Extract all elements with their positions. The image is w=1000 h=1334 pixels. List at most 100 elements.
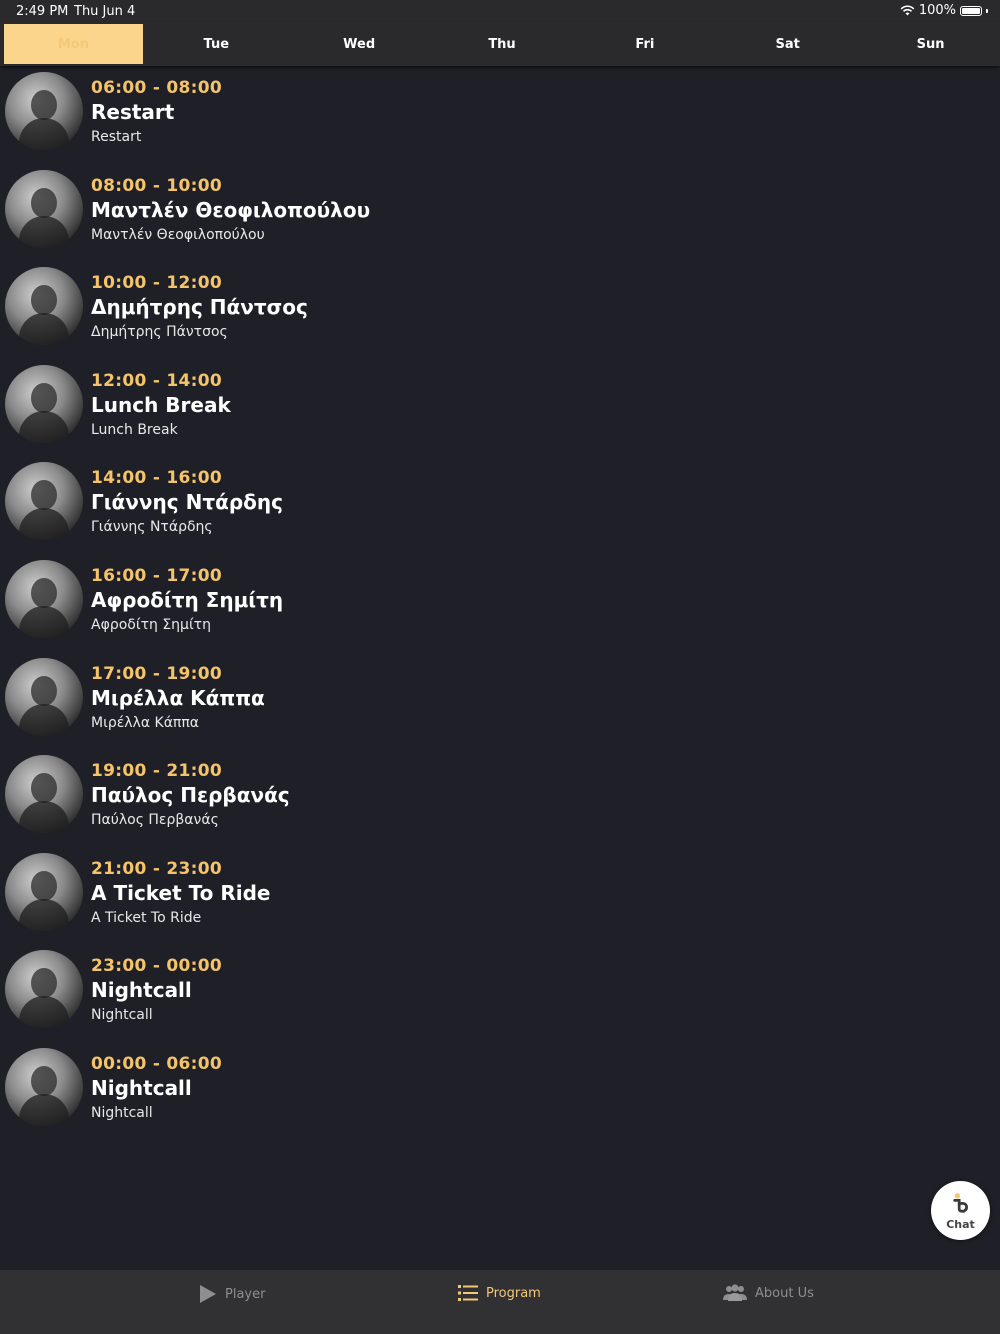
show-info: 00:00 - 06:00 Nightcall Nightcall: [91, 1054, 222, 1121]
show-info: 08:00 - 10:00 Μαντλέν Θεοφιλοπούλου Μαντλέ…: [91, 176, 370, 243]
show-time: 19:00 - 21:00: [91, 761, 223, 782]
show-subtitle: Αφροδίτη Σημίτη: [91, 616, 211, 633]
show-avatar: [5, 364, 83, 443]
status-right: 100%: [900, 3, 988, 18]
show-subtitle: A Ticket To Ride: [91, 909, 202, 926]
show-subtitle: Lunch Break: [91, 421, 178, 438]
show-title: Lunch Break: [91, 392, 231, 417]
tab-wed[interactable]: Wed: [290, 24, 429, 64]
program-row[interactable]: 19:00 - 21:00 Παύλος Περβανάς Παύλος Περβα…: [0, 753, 1000, 851]
show-avatar: [5, 950, 83, 1029]
nav-program-label: Program: [486, 1285, 541, 1301]
program-row[interactable]: 00:00 - 06:00 Nightcall Nightcall: [0, 1046, 1000, 1144]
show-subtitle: Nightcall: [91, 1007, 153, 1024]
battery-tip: [986, 8, 988, 13]
avatar-head-shape: [31, 968, 57, 999]
tab-tue[interactable]: Tue: [147, 24, 286, 64]
program-row[interactable]: 12:00 - 14:00 Lunch Break Lunch Break: [0, 363, 1000, 461]
show-avatar: [5, 72, 83, 150]
program-row[interactable]: 23:00 - 00:00 Nightcall Nightcall: [0, 948, 1000, 1046]
show-avatar: [5, 462, 83, 541]
tab-fri[interactable]: Fri: [575, 24, 714, 64]
nav-player[interactable]: Player: [199, 1284, 265, 1304]
avatar-body-shape: [19, 1093, 69, 1126]
day-tabs: Mon Tue Wed Thu Fri Sat Sun: [0, 22, 1000, 66]
show-avatar: [5, 852, 83, 931]
program-row[interactable]: 16:00 - 17:00 Αφροδίτη Σημίτη Αφροδίτη Σημ…: [0, 558, 1000, 656]
avatar-body-shape: [19, 118, 69, 150]
show-title: Δημήτρης Πάντσος: [91, 295, 308, 320]
show-subtitle: Γιάννης Ντάρδης: [91, 519, 213, 536]
avatar-head-shape: [31, 773, 57, 804]
avatar-head-shape: [31, 870, 57, 901]
show-info: 10:00 - 12:00 Δημήτρης Πάντσος Δημήτρης Πά…: [91, 273, 308, 340]
show-avatar: [5, 169, 83, 248]
show-info: 06:00 - 08:00 Restart Restart: [91, 78, 222, 145]
program-row[interactable]: 17:00 - 19:00 Μιρέλλα Κάππα Μιρέλλα Κάππα: [0, 656, 1000, 754]
show-title: Παύλος Περβανάς: [91, 783, 290, 808]
show-time: 17:00 - 19:00: [91, 663, 223, 684]
program-row[interactable]: 10:00 - 12:00 Δημήτρης Πάντσος Δημήτρης Πά…: [0, 265, 1000, 363]
show-time: 23:00 - 00:00: [91, 956, 223, 977]
avatar-head-shape: [31, 480, 57, 511]
avatar-head-shape: [31, 382, 57, 413]
avatar-head-shape: [31, 285, 57, 316]
show-avatar: [5, 657, 83, 736]
nav-about-us[interactable]: About Us: [723, 1284, 814, 1302]
show-subtitle: Nightcall: [91, 1104, 153, 1121]
avatar-head-shape: [31, 187, 57, 218]
show-info: 19:00 - 21:00 Παύλος Περβανάς Παύλος Περβα…: [91, 761, 290, 828]
show-subtitle: Restart: [91, 129, 142, 145]
tab-sun[interactable]: Sun: [861, 24, 1000, 64]
show-subtitle: Παύλος Περβανάς: [91, 812, 219, 829]
avatar-body-shape: [19, 410, 69, 443]
show-title: A Ticket To Ride: [91, 880, 271, 905]
show-time: 16:00 - 17:00: [91, 565, 223, 586]
program-row[interactable]: 21:00 - 23:00 A Ticket To Ride A Ticket To…: [0, 851, 1000, 949]
tab-thu[interactable]: Thu: [433, 24, 572, 64]
show-time: 14:00 - 16:00: [91, 468, 223, 489]
show-time: 06:00 - 08:00: [91, 78, 223, 98]
show-info: 21:00 - 23:00 A Ticket To Ride A Ticket To…: [91, 859, 270, 926]
chat-label: Chat: [946, 1217, 975, 1231]
show-subtitle: Μιρέλλα Κάππα: [91, 714, 200, 731]
avatar-body-shape: [19, 996, 69, 1029]
show-subtitle: Δημήτρης Πάντσος: [91, 324, 228, 341]
show-avatar: [5, 1047, 83, 1126]
nav-program[interactable]: Program: [458, 1284, 541, 1302]
tab-mon[interactable]: Mon: [4, 24, 143, 64]
show-title: Restart: [91, 100, 175, 124]
show-title: Nightcall: [91, 978, 192, 1003]
show-title: Γιάννης Ντάρδης: [91, 490, 283, 515]
chat-button[interactable]: Chat: [931, 1181, 990, 1240]
show-title: Μιρέλλα Κάππα: [91, 685, 265, 710]
avatar-body-shape: [19, 605, 69, 638]
show-time: 21:00 - 23:00: [91, 858, 223, 879]
nav-about-us-label: About Us: [755, 1285, 814, 1301]
play-icon: [200, 1285, 216, 1303]
list-icon: [458, 1285, 478, 1301]
tab-sat[interactable]: Sat: [718, 24, 857, 64]
program-row[interactable]: 14:00 - 16:00 Γιάννης Ντάρδης Γιάννης Ντάρ…: [0, 460, 1000, 558]
show-title: Nightcall: [91, 1075, 192, 1100]
show-time: 10:00 - 12:00: [91, 273, 223, 294]
show-info: 16:00 - 17:00 Αφροδίτη Σημίτη Αφροδίτη Σημ…: [91, 566, 283, 633]
avatar-body-shape: [19, 801, 69, 834]
users-icon: [723, 1284, 747, 1301]
avatar-body-shape: [19, 703, 69, 736]
program-list: 06:00 - 08:00 Restart Restart 08:00 - 10:00…: [0, 70, 1000, 1144]
battery-icon: [960, 5, 982, 16]
chat-icon: [952, 1192, 968, 1213]
show-info: 17:00 - 19:00 Μιρέλλα Κάππα Μιρέλλα Κάππα: [91, 664, 265, 731]
program-row[interactable]: 06:00 - 08:00 Restart Restart: [0, 70, 1000, 168]
show-avatar: [5, 559, 83, 638]
battery-percent: 100%: [918, 3, 956, 18]
program-row[interactable]: 08:00 - 10:00 Μαντλέν Θεοφιλοπούλου Μαντλέ…: [0, 168, 1000, 266]
avatar-head-shape: [31, 577, 57, 608]
avatar-body-shape: [19, 508, 69, 541]
show-time: 08:00 - 10:00: [91, 175, 223, 196]
show-info: 23:00 - 00:00 Nightcall Nightcall: [91, 956, 222, 1023]
status-time: 2:49 PM: [16, 4, 69, 19]
avatar-head-shape: [31, 90, 57, 120]
show-info: 14:00 - 16:00 Γιάννης Ντάρδης Γιάννης Ντάρ…: [91, 468, 283, 535]
